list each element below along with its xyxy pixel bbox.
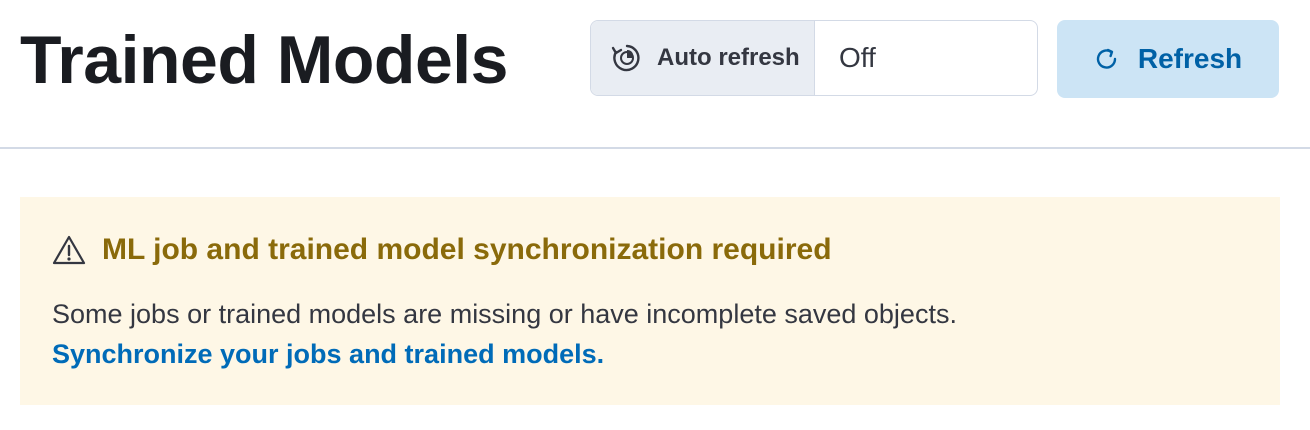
synchronize-link[interactable]: Synchronize your jobs and trained models…: [52, 335, 604, 373]
auto-refresh-value[interactable]: Off: [815, 21, 1037, 95]
auto-refresh-label: Auto refresh: [657, 44, 800, 71]
warning-icon: [52, 235, 102, 265]
refresh-button-label: Refresh: [1137, 43, 1243, 74]
callout-text: Some jobs or trained models are missing …: [52, 299, 957, 329]
callout-title: ML job and trained model synchronization…: [102, 233, 832, 266]
auto-refresh-control[interactable]: Auto refresh Off: [590, 20, 1038, 96]
callout-header: ML job and trained model synchronization…: [52, 233, 832, 267]
page-title: Trained Models: [20, 22, 509, 98]
clock-refresh-icon: [611, 42, 643, 74]
sync-warning-callout: ML job and trained model synchronization…: [20, 197, 1280, 405]
trained-models-page: Trained Models Auto refresh Off Refresh: [0, 0, 1310, 430]
auto-refresh-prepend[interactable]: Auto refresh: [591, 21, 815, 95]
refresh-icon: [1094, 46, 1138, 72]
header-divider: [0, 147, 1310, 149]
refresh-button[interactable]: Refresh: [1057, 20, 1279, 98]
